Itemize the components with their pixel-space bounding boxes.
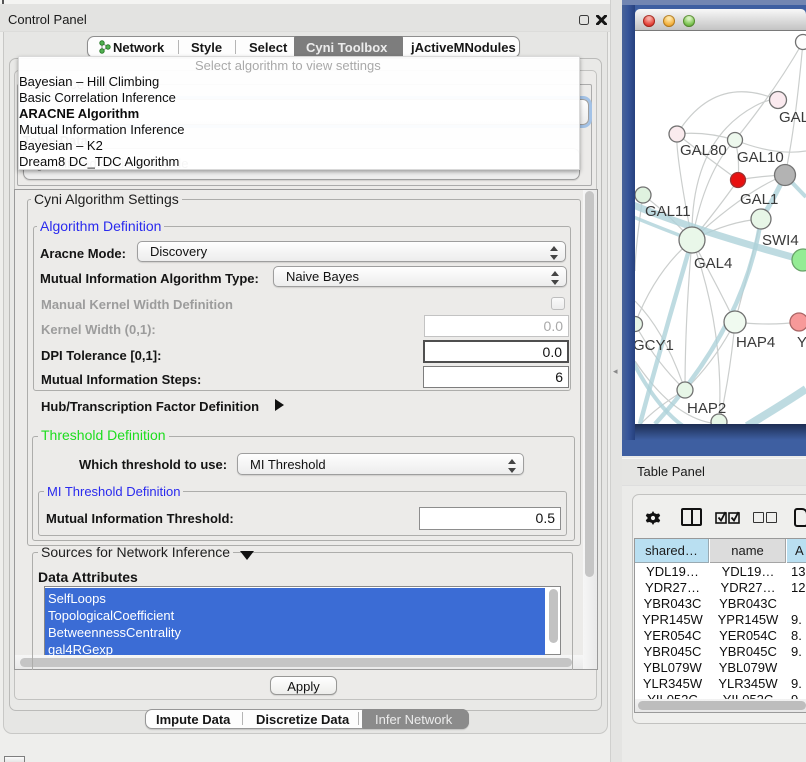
svg-text:GAL4: GAL4 [694, 255, 732, 272]
svg-text:GAL10: GAL10 [737, 149, 784, 166]
svg-text:GAL1: GAL1 [740, 191, 778, 208]
svg-text:HAP4: HAP4 [736, 334, 775, 351]
svg-text:GCY1: GCY1 [635, 337, 674, 354]
svg-text:Y: Y [797, 334, 806, 351]
svg-text:HAP2: HAP2 [687, 400, 726, 417]
svg-text:SWI4: SWI4 [762, 232, 799, 249]
svg-text:GAL80: GAL80 [680, 142, 727, 159]
svg-text:GAL: GAL [779, 109, 806, 126]
svg-text:GAL11: GAL11 [645, 203, 691, 220]
